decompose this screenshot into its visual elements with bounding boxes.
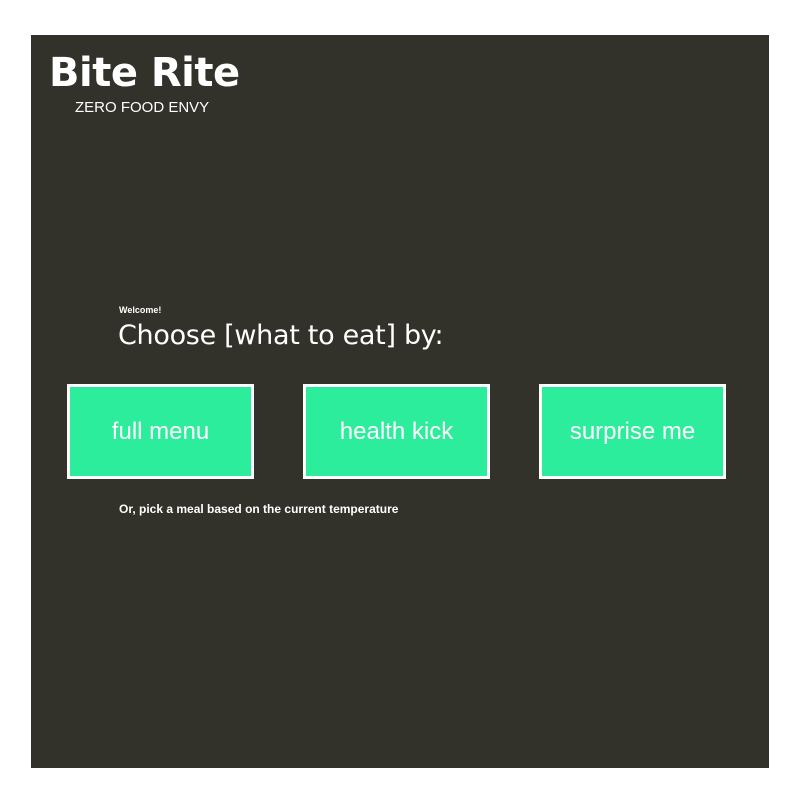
surprise-me-button[interactable]: surprise me (539, 384, 726, 479)
surprise-me-label: surprise me (569, 417, 696, 445)
welcome-text: Welcome! (119, 305, 162, 315)
page-heading: Choose [what to eat] by: (118, 320, 444, 351)
brand-title: Bite Rite (49, 50, 240, 96)
app-screen: Bite Rite ZERO FOOD ENVY Welcome! Choose… (31, 35, 769, 768)
option-buttons: full menu health kick surprise me (67, 384, 726, 479)
health-kick-label: health kick (339, 417, 454, 445)
health-kick-button[interactable]: health kick (303, 384, 490, 479)
full-menu-label: full menu (111, 417, 210, 445)
brand-logo[interactable]: Bite Rite ZERO FOOD ENVY (49, 49, 259, 116)
temperature-meal-link[interactable]: Or, pick a meal based on the current tem… (119, 502, 398, 517)
full-menu-button[interactable]: full menu (67, 384, 254, 479)
brand-tagline: ZERO FOOD ENVY (75, 99, 210, 116)
